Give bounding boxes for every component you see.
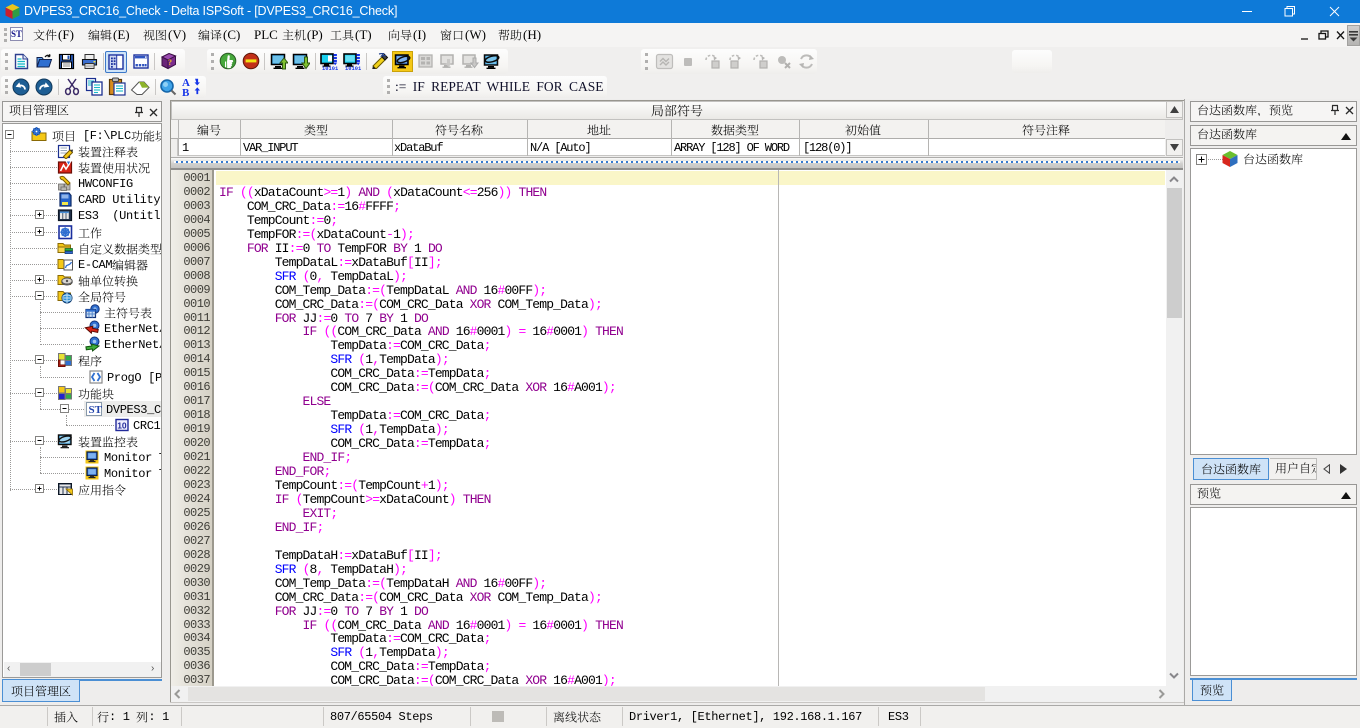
svg-text:10101: 10101 — [345, 66, 361, 70]
svg-text:10101: 10101 — [322, 66, 338, 70]
svg-text:10: 10 — [117, 421, 127, 431]
svg-text:ST: ST — [89, 404, 103, 416]
svg-text:B: B — [182, 87, 190, 97]
svg-text:?: ? — [168, 58, 172, 67]
